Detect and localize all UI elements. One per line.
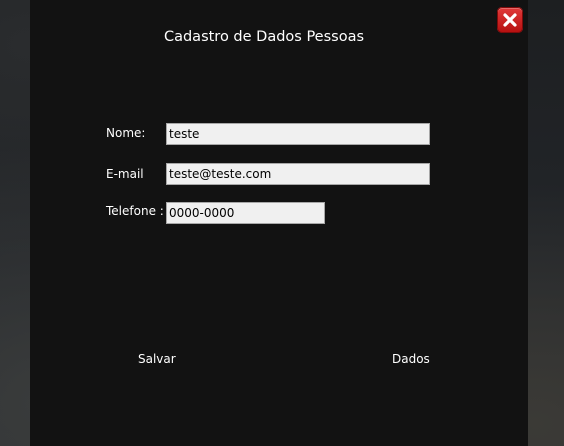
email-label: E-mail — [106, 167, 144, 181]
nome-input[interactable] — [166, 123, 430, 145]
salvar-button[interactable]: Salvar — [138, 352, 176, 366]
telefone-input[interactable] — [166, 202, 325, 224]
nome-label: Nome: — [106, 126, 146, 140]
email-input[interactable] — [166, 163, 430, 185]
close-icon — [503, 13, 517, 27]
registration-window: Cadastro de Dados Pessoas Nome: E-mail T… — [30, 0, 528, 446]
window-title: Cadastro de Dados Pessoas — [163, 29, 365, 45]
dados-button[interactable]: Dados — [392, 352, 430, 366]
telefone-label: Telefone : — [106, 204, 164, 218]
close-button[interactable] — [497, 7, 523, 33]
